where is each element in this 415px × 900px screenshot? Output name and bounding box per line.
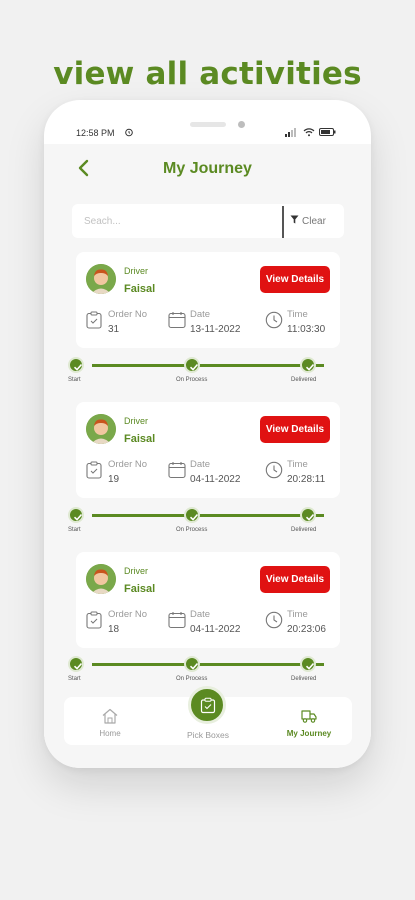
time-label: Time [287, 609, 308, 620]
time-value: 20:23:06 [287, 624, 326, 635]
nav-label-home: Home [99, 729, 121, 738]
journey-progress: Start On Process Delivered [68, 656, 340, 686]
search-divider [282, 206, 284, 238]
phone-frame: 12:58 PM My Journey Seach... Clear Drive… [44, 100, 371, 768]
order-no-field: Order No 18 [86, 608, 166, 638]
pick-boxes-button[interactable] [188, 686, 226, 724]
wifi-icon [303, 127, 315, 139]
order-no-value: 31 [108, 324, 120, 335]
order-no-label: Order No [108, 609, 148, 620]
journey-progress: Start On Process Delivered [68, 357, 340, 387]
time-value: 20:28:11 [287, 474, 326, 485]
time-label: Time [287, 459, 308, 470]
view-details-button[interactable]: View Details [260, 566, 330, 593]
driver-label: Driver [124, 416, 148, 426]
house-icon [101, 708, 119, 729]
alarm-icon [124, 127, 134, 139]
date-label: Date [190, 459, 211, 470]
progress-line [92, 663, 324, 666]
delivered-stage-label: Delivered [291, 377, 317, 383]
app-screen: My Journey Clear Driver Faisal View Deta… [44, 144, 371, 768]
date-field: Date 13-11-2022 [168, 308, 258, 338]
order-no-label: Order No [108, 309, 148, 320]
process-stage-dot [184, 507, 200, 523]
driver-name: Faisal [124, 433, 156, 445]
journey-card: Driver Faisal View Details Order No 31 D… [76, 252, 340, 348]
time-value: 11:03:30 [287, 324, 326, 335]
order-no-label: Order No [108, 459, 148, 470]
time-field: Time 20:28:11 [265, 458, 337, 488]
journey-progress: Start On Process Delivered [68, 507, 340, 537]
progress-line [92, 364, 324, 367]
start-stage-label: Start [68, 676, 81, 682]
view-details-button[interactable]: View Details [260, 416, 330, 443]
delivered-stage-label: Delivered [291, 676, 317, 682]
process-stage-label: On Process [176, 377, 208, 383]
search-bar: Clear [72, 204, 344, 238]
nav-item-home[interactable]: Home [82, 697, 138, 745]
time-label: Time [287, 309, 308, 320]
status-bar: 12:58 PM [44, 127, 371, 141]
status-icons [285, 127, 337, 139]
delivered-stage-label: Delivered [291, 527, 317, 533]
process-stage-dot [184, 656, 200, 672]
start-stage-dot [68, 507, 84, 523]
pick-boxes-label: Pick Boxes [186, 730, 230, 740]
driver-avatar [86, 564, 116, 594]
truck-icon [300, 708, 318, 729]
view-details-button[interactable]: View Details [260, 266, 330, 293]
clear-label: Clear [302, 215, 326, 227]
clear-filter-button[interactable]: Clear [290, 204, 342, 238]
start-stage-label: Start [68, 527, 81, 533]
journey-card: Driver Faisal View Details Order No 18 D… [76, 552, 340, 648]
funnel-icon [290, 215, 299, 227]
order-no-value: 19 [108, 474, 120, 485]
driver-label: Driver [124, 566, 148, 576]
process-stage-label: On Process [176, 527, 208, 533]
date-value: 04-11-2022 [190, 624, 241, 635]
order-no-field: Order No 31 [86, 308, 166, 338]
date-field: Date 04-11-2022 [168, 608, 258, 638]
progress-line [92, 514, 324, 517]
app-header: My Journey [44, 144, 371, 196]
driver-avatar [86, 264, 116, 294]
driver-label: Driver [124, 266, 148, 276]
time-field: Time 11:03:30 [265, 308, 337, 338]
date-label: Date [190, 609, 211, 620]
nav-item-my-journey[interactable]: My Journey [274, 697, 344, 745]
start-stage-label: Start [68, 377, 81, 383]
driver-name: Faisal [124, 283, 156, 295]
journey-card: Driver Faisal View Details Order No 19 D… [76, 402, 340, 498]
promo-headline: view all activities [53, 56, 362, 92]
signal-icon [285, 127, 299, 139]
driver-name: Faisal [124, 583, 156, 595]
start-stage-dot [68, 656, 84, 672]
process-stage-label: On Process [176, 676, 208, 682]
date-field: Date 04-11-2022 [168, 458, 258, 488]
date-value: 13-11-2022 [190, 324, 241, 335]
order-no-field: Order No 19 [86, 458, 166, 488]
date-value: 04-11-2022 [190, 474, 241, 485]
process-stage-dot [184, 357, 200, 373]
page-title: My Journey [163, 160, 252, 177]
status-time: 12:58 PM [76, 128, 115, 138]
delivered-stage-dot [300, 656, 316, 672]
driver-avatar [86, 414, 116, 444]
date-label: Date [190, 309, 211, 320]
order-no-value: 18 [108, 624, 120, 635]
delivered-stage-dot [300, 357, 316, 373]
search-input[interactable] [72, 204, 280, 238]
delivered-stage-dot [300, 507, 316, 523]
start-stage-dot [68, 357, 84, 373]
time-field: Time 20:23:06 [265, 608, 337, 638]
nav-label-my-journey: My Journey [286, 729, 332, 738]
battery-icon [319, 127, 337, 139]
